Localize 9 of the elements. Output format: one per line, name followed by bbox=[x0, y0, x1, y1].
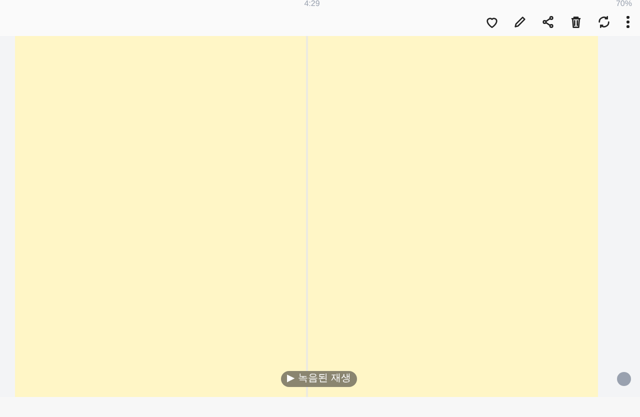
more-icon[interactable] bbox=[626, 16, 630, 28]
share-icon[interactable] bbox=[542, 16, 554, 28]
heart-icon[interactable] bbox=[486, 16, 498, 28]
battery-percentage: 70% bbox=[616, 0, 632, 8]
trash-icon[interactable] bbox=[570, 16, 582, 28]
playback-button[interactable]: ▶ 녹음된 재생 bbox=[281, 371, 357, 387]
pencil-icon[interactable] bbox=[514, 16, 526, 28]
convert-icon[interactable] bbox=[598, 16, 610, 28]
status-time: 4:29 bbox=[304, 0, 320, 8]
